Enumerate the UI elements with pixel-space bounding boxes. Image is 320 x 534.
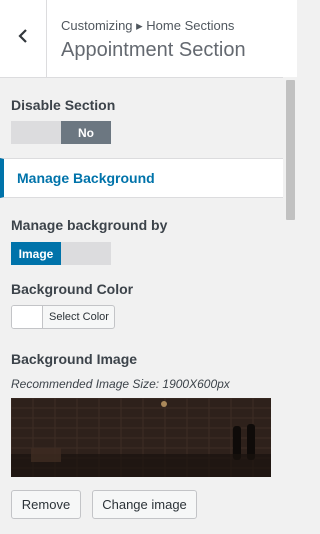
select-color-label: Select Color [49, 311, 109, 323]
disable-section-label: Disable Section [11, 97, 116, 113]
color-swatch [12, 306, 43, 328]
recommended-size-note: Recommended Image Size: 1900X600px [11, 377, 230, 391]
page-title: Appointment Section [61, 39, 246, 61]
option-image[interactable]: Image [11, 242, 61, 265]
background-color-label: Background Color [11, 281, 134, 297]
manage-background-label: Manage Background [17, 170, 155, 186]
back-button[interactable] [0, 0, 47, 77]
background-image-preview [11, 398, 271, 477]
disable-section-toggle[interactable]: No [11, 121, 111, 144]
background-image-label: Background Image [11, 351, 138, 367]
option-inactive[interactable] [61, 242, 111, 265]
select-color-button[interactable]: Select Color [11, 305, 115, 329]
remove-button[interactable]: Remove [11, 490, 81, 519]
manage-background-by-label: Manage background by [11, 217, 168, 233]
customizer-header: Customizing ▸ Home Sections Appointment … [0, 0, 297, 78]
breadcrumb: Customizing ▸ Home Sections [61, 18, 235, 33]
manage-background-by-toggle[interactable]: Image [11, 242, 111, 265]
change-image-button[interactable]: Change image [92, 490, 197, 519]
toggle-off-segment [11, 121, 61, 144]
toggle-on-segment: No [61, 121, 111, 144]
manage-background-panel[interactable]: Manage Background [0, 158, 283, 198]
chevron-left-icon [17, 28, 29, 49]
scrollbar-thumb[interactable] [286, 80, 295, 220]
